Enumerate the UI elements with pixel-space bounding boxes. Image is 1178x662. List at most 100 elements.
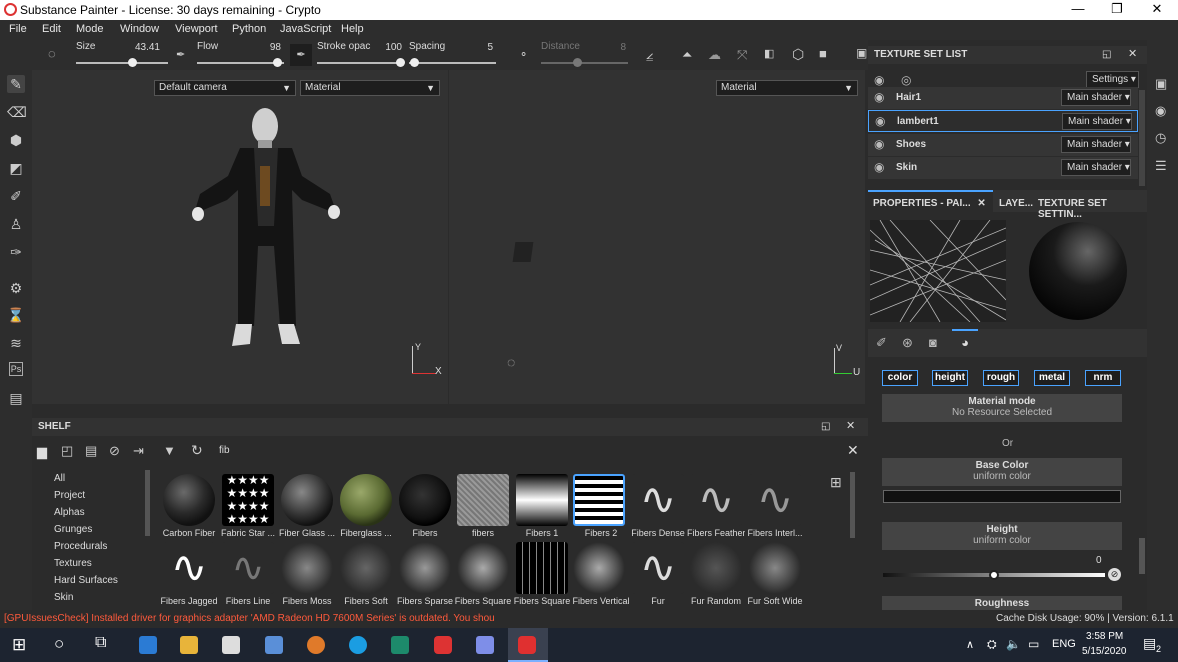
search-icon[interactable]: ○ [54,634,64,654]
task-view-icon[interactable]: ⧉ [95,634,106,652]
float-icon[interactable]: ◱ [821,421,830,432]
spacing-value[interactable]: 5 [477,42,493,53]
notification-icon[interactable]: ▤ [1143,635,1156,652]
close-icon[interactable]: ✕ [846,419,855,432]
material-mode-block[interactable]: Material mode No Resource Selected [882,394,1122,422]
menu-viewport[interactable]: Viewport [175,23,218,35]
texture-list-scrollbar[interactable] [1139,90,1145,186]
float-icon[interactable]: ◱ [1102,49,1111,60]
thumbnail-fibers-dense[interactable]: ∿ [632,474,684,526]
eye-icon[interactable]: ◉ [874,73,884,87]
spacing-slider-knob[interactable] [410,58,419,67]
browser-icon[interactable] [307,636,325,654]
thumbnail-fiber-glass[interactable] [281,474,333,526]
refresh-icon[interactable]: ↻ [191,442,203,459]
height-value[interactable]: 0 [1096,555,1102,566]
volume-icon[interactable]: 🔈 [1006,637,1021,651]
network-icon[interactable] [265,636,283,654]
menu-file[interactable]: File [9,23,27,35]
hide-icon[interactable]: ⊘ [109,443,120,459]
menu-python[interactable]: Python [232,23,266,35]
thumbnail-fibers-feather[interactable]: ∿ [690,474,742,526]
layers-icon[interactable]: ≋ [7,334,25,352]
flow-slider-knob[interactable] [273,58,282,67]
chevron-up-icon[interactable]: ∧ [966,638,974,651]
mail-icon[interactable] [139,636,157,654]
height-block[interactable]: Height uniform color [882,522,1122,550]
thumbnail-fibers-lower[interactable] [457,474,509,526]
alignment-icon[interactable]: ◌ [48,46,56,61]
stroke-opacity-slider[interactable] [317,62,404,64]
size-value[interactable]: 43.41 [128,42,160,53]
store-icon[interactable] [222,636,240,654]
lazy-mouse-icon[interactable]: ⚬ [519,48,528,61]
folder-icon[interactable]: ▆ [37,444,47,460]
polygon-fill-icon[interactable]: ◩ [7,159,25,177]
shelf-category[interactable]: Project [54,490,85,501]
thumbnail-fibers-interl[interactable]: ∿ [749,474,801,526]
photoshop-icon[interactable]: Ps [9,362,23,376]
shelf-category[interactable]: Procedurals [54,541,107,552]
edge-icon[interactable] [349,636,367,654]
size-slider[interactable] [76,62,168,64]
character-model[interactable] [162,106,372,368]
save-icon[interactable]: ▤ [85,443,97,459]
height-slider-knob[interactable] [989,570,999,580]
shelf-category[interactable]: Skin [54,592,73,603]
thumbnail-fur-random[interactable] [690,542,742,594]
camera-icon[interactable]: ■ [819,46,827,61]
status-message[interactable]: [GPUIssuesCheck] Installed driver for gr… [4,613,494,624]
close-icon[interactable]: ✕ [1128,47,1137,60]
thumbnail-fibers-line[interactable]: ∿ [222,542,274,594]
substance-designer-icon[interactable] [434,636,452,654]
export-icon[interactable]: ▤ [7,389,25,407]
texture-set-row[interactable]: ◉ Skin Main shader ▾ [868,157,1138,179]
base-color-block[interactable]: Base Color uniform color [882,458,1122,486]
eye-icon[interactable]: ◉ [875,114,885,128]
shelf-search-input[interactable]: fib [215,443,835,459]
eye-icon[interactable]: ◎ [901,73,911,87]
channel-rough[interactable]: rough [983,370,1019,386]
screenshot-icon[interactable]: ▣ [856,46,867,60]
file-explorer-icon[interactable] [180,636,198,654]
stroke-pen-icon[interactable]: ✒ [290,44,312,66]
projection-icon[interactable]: ⬢ [7,131,25,149]
brush-icon[interactable]: ✐ [876,335,887,351]
shader-select[interactable]: Main shader ▾ [1061,89,1131,106]
thumbnail-fibers-1[interactable] [516,474,568,526]
eye-icon[interactable]: ◉ [874,90,884,104]
smudge-icon[interactable]: ✐ [7,187,25,205]
mirror-icon[interactable]: ◧ [764,47,774,60]
menu-edit[interactable]: Edit [42,23,61,35]
thumbnail-fibers-vertical[interactable] [573,542,625,594]
thumbnail-fabric-star[interactable]: ★★★★ ★★★★ ★★★★ ★★★★ [222,474,274,526]
shader-select[interactable]: Main shader ▾ [1061,136,1131,153]
eye-icon[interactable]: ◉ [874,160,884,174]
menu-javascript[interactable]: JavaScript [280,23,331,35]
thumbnail-fibers-sparse[interactable] [399,542,451,594]
clock-time[interactable]: 3:58 PM [1086,631,1123,642]
color-picker-icon[interactable]: ✑ [7,243,25,261]
substance-painter-icon[interactable] [518,636,536,654]
distance-value[interactable]: 8 [612,42,626,53]
distance-slider-knob[interactable] [573,58,582,67]
channel-nrm[interactable]: nrm [1085,370,1121,386]
spacing-slider[interactable] [409,62,496,64]
menu-mode[interactable]: Mode [76,23,104,35]
thumbnail-fibers-moss[interactable] [281,542,333,594]
texture-set-row[interactable]: ◉ Hair1 Main shader ▾ [868,87,1138,109]
size-slider-knob[interactable] [128,58,137,67]
thumbnail-fur-soft-wide[interactable] [749,542,801,594]
transform-icon[interactable]: ⤧ [737,47,747,63]
shelf-scrollbar[interactable] [850,472,855,538]
thumbnail-fibers-2[interactable] [573,474,625,526]
maximize-button[interactable]: ❐ [1097,1,1137,17]
windows-start-icon[interactable]: ⊞ [12,635,26,655]
clear-search-icon[interactable]: ✕ [847,442,859,459]
texture-set-row[interactable]: ◉ Shoes Main shader ▾ [868,134,1138,156]
thumbnail-fibers-jagged[interactable]: ∿ [163,542,215,594]
shelf-category[interactable]: Alphas [54,507,85,518]
stencil-icon[interactable]: ◙ [929,335,937,350]
flow-value[interactable]: 98 [257,42,281,53]
display-settings-icon[interactable]: ▣ [1155,76,1167,92]
